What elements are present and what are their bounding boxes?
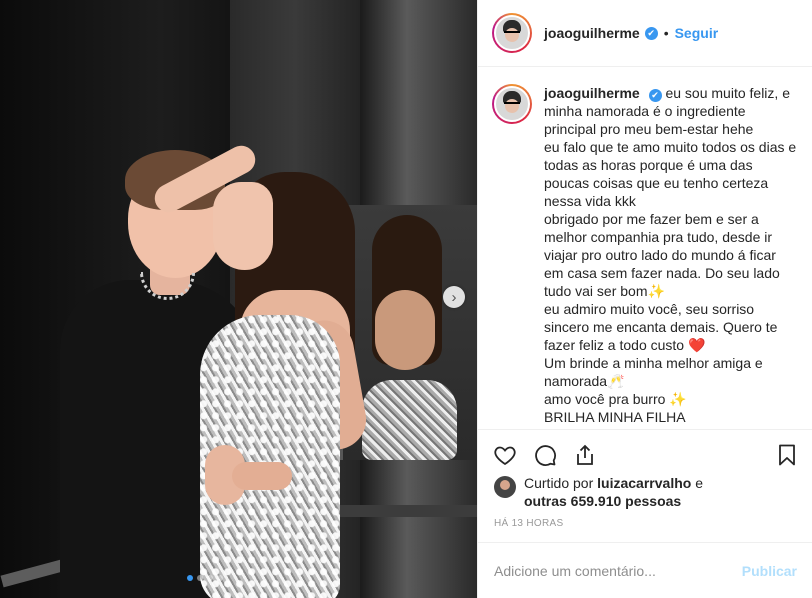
caption-username[interactable]: joaoguilherme <box>544 85 640 101</box>
carousel-dot <box>207 575 213 581</box>
divider <box>478 429 812 430</box>
likes-conj: e <box>695 475 703 491</box>
avatar[interactable] <box>494 476 516 498</box>
action-bar <box>492 437 800 473</box>
caption: joaoguilherme ✔ eu sou muito feliz, e mi… <box>478 68 812 429</box>
caption-avatar-wrap <box>492 84 532 429</box>
girl-face <box>213 182 273 270</box>
likes-count-link[interactable]: outras 659.910 pessoas <box>524 493 681 509</box>
share-icon[interactable] <box>572 442 598 468</box>
carousel-dot <box>217 575 223 581</box>
avatar-glasses <box>504 102 520 106</box>
caption-text: joaoguilherme ✔ eu sou muito feliz, e mi… <box>544 84 797 429</box>
follow-button[interactable]: Seguir <box>675 25 719 41</box>
caption-body: eu sou muito feliz, e minha namorada é o… <box>544 85 797 425</box>
post-header: joaoguilherme ✔ • Seguir <box>478 0 812 67</box>
likes-text: Curtido por luizacarrvalho e outras 659.… <box>524 474 703 510</box>
avatar[interactable] <box>492 13 532 53</box>
comment-icon[interactable] <box>532 442 558 468</box>
verified-badge-icon: ✔ <box>648 88 662 102</box>
avatar-glasses <box>504 31 520 35</box>
liker-username-link[interactable]: luizacarrvalho <box>597 475 691 491</box>
avatar-image <box>494 15 530 51</box>
post-timestamp[interactable]: HÁ 13 HORAS <box>494 518 563 529</box>
avatar-image <box>494 86 530 122</box>
chevron-right-icon[interactable]: › <box>443 286 465 308</box>
handrail <box>340 505 477 517</box>
carousel-dot <box>197 575 203 581</box>
verified-badge-icon: ✔ <box>644 26 658 40</box>
separator: • <box>663 25 669 41</box>
publish-button[interactable]: Publicar <box>742 563 797 579</box>
post-photo[interactable]: › <box>0 0 477 598</box>
girl-hand <box>232 462 292 490</box>
username-link[interactable]: joaoguilherme <box>544 25 640 41</box>
avatar[interactable] <box>492 84 532 124</box>
mirror-reflection-dress <box>362 380 457 460</box>
comment-form: Publicar <box>478 542 812 598</box>
comment-input[interactable] <box>494 562 742 579</box>
carousel-dot-active <box>187 575 193 581</box>
bookmark-icon[interactable] <box>774 442 800 468</box>
likes-summary: Curtido por luizacarrvalho e outras 659.… <box>494 474 799 510</box>
heart-icon[interactable] <box>492 442 518 468</box>
likes-prefix: Curtido por <box>524 475 594 491</box>
post-sidebar: joaoguilherme ✔ • Seguir joaoguilherme ✔… <box>477 0 812 598</box>
carousel-dots <box>187 575 223 581</box>
mirror-reflection-back <box>375 290 435 370</box>
